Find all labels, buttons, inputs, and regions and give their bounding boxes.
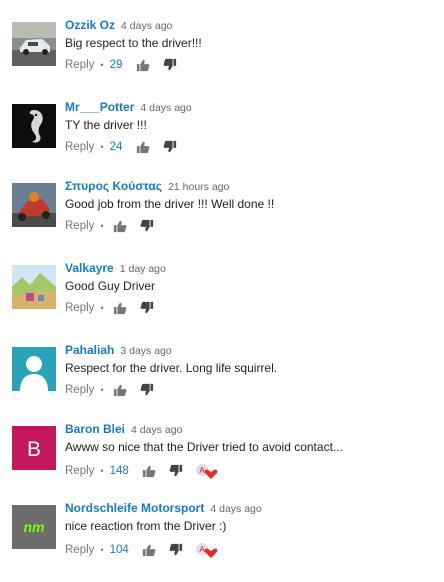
dislike-thumb-icon[interactable] bbox=[140, 301, 154, 315]
comment-text: Good job from the driver !!! Well done !… bbox=[65, 197, 275, 211]
cobra-logo-avatar-icon bbox=[12, 104, 56, 148]
like-count: 148 bbox=[109, 465, 129, 477]
author-name[interactable]: Ozzik Oz bbox=[65, 18, 115, 32]
default-person-avatar-icon bbox=[12, 347, 56, 391]
comment-time[interactable]: 4 days ago bbox=[140, 102, 191, 114]
comment-time[interactable]: 4 days ago bbox=[131, 424, 182, 436]
svg-text:A: A bbox=[200, 466, 206, 475]
author-name[interactable]: Mr___Potter bbox=[65, 100, 134, 114]
comment-time[interactable]: 4 days ago bbox=[210, 503, 261, 515]
author-name[interactable]: Pahaliah bbox=[65, 343, 114, 357]
like-thumb-icon[interactable] bbox=[136, 58, 150, 72]
like-thumb-icon[interactable] bbox=[113, 301, 127, 315]
author-name[interactable]: Nordschleife Motorsport bbox=[65, 501, 204, 515]
like-thumb-icon[interactable] bbox=[142, 464, 156, 478]
comment-actions: Reply • 148 A bbox=[65, 462, 220, 479]
avatar[interactable] bbox=[12, 183, 56, 227]
reply-button[interactable]: Reply bbox=[65, 59, 94, 71]
like-thumb-icon[interactable] bbox=[136, 140, 150, 154]
like-count: 104 bbox=[109, 544, 129, 556]
comment-actions: Reply • bbox=[65, 301, 164, 315]
comment-actions: Reply • 24 bbox=[65, 140, 187, 154]
avatar[interactable]: B bbox=[12, 426, 56, 470]
comment-text: nice reaction from the Driver :) bbox=[65, 519, 227, 533]
dislike-thumb-icon[interactable] bbox=[163, 58, 177, 72]
dislike-thumb-icon[interactable] bbox=[140, 219, 154, 233]
motorcycle-photo-avatar-icon bbox=[12, 183, 56, 227]
comment-time[interactable]: 21 hours ago bbox=[168, 181, 229, 193]
avatar[interactable] bbox=[12, 22, 56, 66]
comment-time[interactable]: 4 days ago bbox=[121, 20, 172, 32]
car-photo-avatar-icon bbox=[12, 22, 56, 66]
separator-dot: • bbox=[100, 545, 104, 555]
like-thumb-icon[interactable] bbox=[113, 383, 127, 397]
separator-dot: • bbox=[100, 221, 104, 231]
reply-button[interactable]: Reply bbox=[65, 220, 94, 232]
dislike-thumb-icon[interactable] bbox=[163, 140, 177, 154]
separator-dot: • bbox=[100, 385, 104, 395]
reply-button[interactable]: Reply bbox=[65, 544, 94, 556]
reply-button[interactable]: Reply bbox=[65, 302, 94, 314]
creator-heart-icon: A bbox=[196, 543, 218, 558]
avatar-logo-text: nm bbox=[24, 519, 45, 535]
like-thumb-icon[interactable] bbox=[142, 543, 156, 557]
comment-text: Big respect to the driver!!! bbox=[65, 36, 202, 50]
comment-actions: Reply • bbox=[65, 219, 164, 233]
like-thumb-icon[interactable] bbox=[113, 219, 127, 233]
dislike-thumb-icon[interactable] bbox=[169, 543, 183, 557]
dislike-thumb-icon[interactable] bbox=[140, 383, 154, 397]
avatar[interactable] bbox=[12, 347, 56, 391]
like-count: 24 bbox=[109, 141, 123, 153]
comment-actions: Reply • 29 bbox=[65, 58, 187, 72]
avatar-letter: B bbox=[27, 438, 41, 461]
reply-button[interactable]: Reply bbox=[65, 384, 94, 396]
svg-text:A: A bbox=[200, 545, 206, 554]
creator-heart-icon: A bbox=[196, 464, 218, 479]
reply-button[interactable]: Reply bbox=[65, 465, 94, 477]
comment-actions: Reply • bbox=[65, 383, 164, 397]
comment-time[interactable]: 1 day ago bbox=[120, 263, 166, 275]
landscape-photo-avatar-icon bbox=[12, 265, 56, 309]
author-name[interactable]: Valkayre bbox=[65, 261, 114, 275]
comment-text: Awww so nice that the Driver tried to av… bbox=[65, 440, 343, 454]
comment-time[interactable]: 3 days ago bbox=[120, 345, 171, 357]
reply-button[interactable]: Reply bbox=[65, 141, 94, 153]
dislike-thumb-icon[interactable] bbox=[169, 464, 183, 478]
comment-text: Good Guy Driver bbox=[65, 279, 156, 293]
avatar[interactable] bbox=[12, 104, 56, 148]
nm-logo-avatar-icon: nm bbox=[12, 505, 56, 549]
separator-dot: • bbox=[100, 303, 104, 313]
avatar[interactable]: nm bbox=[12, 505, 56, 549]
author-name[interactable]: Baron Blei bbox=[65, 422, 125, 436]
author-name[interactable]: Σπυρος Κούστας bbox=[65, 179, 162, 193]
avatar[interactable] bbox=[12, 265, 56, 309]
separator-dot: • bbox=[100, 142, 104, 152]
comment-text: Respect for the driver. Long life squirr… bbox=[65, 361, 278, 375]
letter-avatar-icon: B bbox=[12, 426, 56, 470]
comment-actions: Reply • 104 A bbox=[65, 541, 220, 558]
comment-text: TY the driver !!! bbox=[65, 118, 147, 132]
separator-dot: • bbox=[100, 466, 104, 476]
like-count: 29 bbox=[109, 59, 123, 71]
separator-dot: • bbox=[100, 60, 104, 70]
